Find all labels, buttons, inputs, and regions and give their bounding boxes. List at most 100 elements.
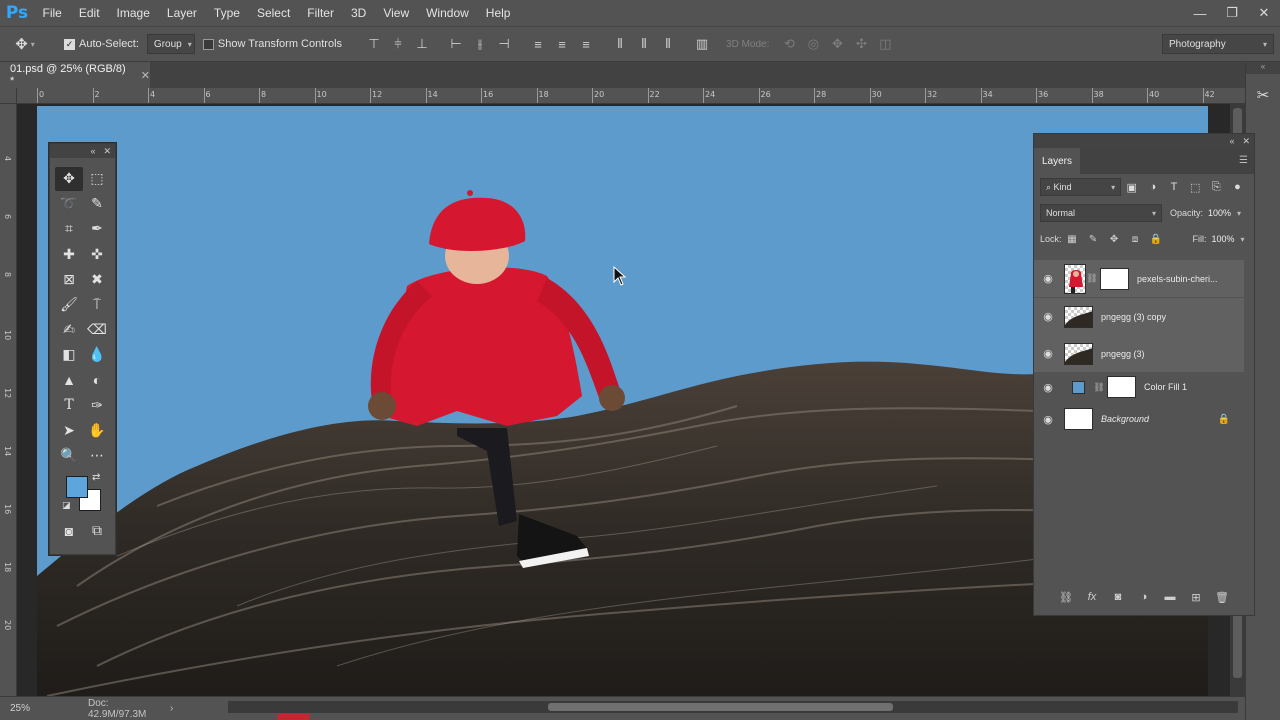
quick-mask-icon[interactable]: ◙ [55, 519, 83, 543]
blend-mode-dropdown[interactable]: Normal ▾ [1040, 204, 1162, 222]
3d-roll-icon[interactable]: ◎ [801, 34, 825, 54]
menu-type[interactable]: Type [205, 0, 248, 26]
pixel-filter-icon[interactable]: ▣ [1121, 181, 1142, 194]
show-transform-checkbox[interactable]: Show Transform Controls [202, 38, 342, 50]
visibility-eye-icon[interactable]: ◉ [1034, 310, 1062, 323]
type-filter-icon[interactable]: T [1163, 181, 1184, 193]
hand-tool-icon[interactable]: ✋ [83, 418, 111, 442]
menu-layer[interactable]: Layer [158, 0, 205, 26]
lock-artboard-icon[interactable]: ⧈ [1125, 234, 1146, 245]
content-aware-move-icon[interactable]: ✖ [83, 267, 111, 291]
visibility-eye-icon[interactable]: ◉ [1034, 413, 1062, 426]
tool-presets-icon[interactable]: ✂ [1252, 84, 1274, 106]
align-bottom-edges-icon[interactable]: ⊥ [410, 34, 434, 54]
vertical-ruler[interactable]: 4 6 8 10 12 14 16 18 20 [0, 104, 17, 696]
collapse-icon[interactable]: « [1229, 136, 1234, 146]
zoom-tool-icon[interactable]: 🔍 [55, 444, 83, 468]
panel-menu-icon[interactable]: ☰ [1239, 155, 1248, 166]
rectangular-marquee-tool-icon[interactable]: ⬚ [83, 167, 111, 191]
distribute-horizontal-icon[interactable]: ⦀ [632, 34, 656, 54]
move-tool-icon[interactable]: ✥ ▾ [0, 35, 50, 53]
link-icon[interactable]: ⛓ [1086, 273, 1098, 284]
dodge-tool-icon[interactable]: ▲ [55, 368, 83, 392]
layer-style-icon[interactable]: fx [1082, 591, 1102, 603]
layer-row-pngegg-copy[interactable]: ◉ pngegg (3) copy [1034, 298, 1244, 335]
menu-edit[interactable]: Edit [70, 0, 108, 26]
distribute-vertical-icon[interactable]: ≡ [550, 34, 574, 54]
ruler-origin[interactable] [0, 88, 17, 104]
menu-window[interactable]: Window [418, 0, 478, 26]
eyedropper-tool-icon[interactable]: ✒ [83, 217, 111, 241]
close-icon[interactable]: ✕ [103, 146, 111, 157]
menu-filter[interactable]: Filter [299, 0, 343, 26]
distribute-left-icon[interactable]: ⦀ [608, 34, 632, 54]
document-tab[interactable]: 01.psd @ 25% (RGB/8) * ✕ [0, 62, 150, 88]
chevron-right-icon[interactable]: › [170, 703, 173, 714]
opacity-value[interactable]: 100% [1208, 208, 1231, 218]
chevron-down-icon[interactable]: ▾ [1237, 209, 1241, 218]
lock-transparent-icon[interactable]: ▦ [1062, 234, 1083, 245]
fill-value[interactable]: 100% [1212, 234, 1235, 244]
collapse-icon[interactable]: « [90, 146, 95, 156]
lock-image-icon[interactable]: ✎ [1083, 234, 1104, 245]
menu-select[interactable]: Select [248, 0, 298, 26]
pen-tool-icon[interactable]: ✑ [83, 393, 111, 417]
path-selection-tool-icon[interactable]: ➤ [55, 418, 83, 442]
gradient-tool-icon[interactable]: ◧ [55, 343, 83, 367]
blur-tool-icon[interactable]: 💧 [83, 343, 111, 367]
auto-select-checkbox[interactable]: ✓ Auto-Select: [64, 38, 139, 50]
distribute-top-icon[interactable]: ≡ [526, 34, 550, 54]
lock-position-icon[interactable]: ✥ [1104, 234, 1125, 245]
eraser-tool-icon[interactable]: ⌫ [83, 318, 111, 342]
layer-mask-thumbnail[interactable] [1100, 267, 1129, 290]
scroll-thumb[interactable] [548, 703, 893, 711]
patch-tool-icon[interactable]: ✜ [83, 242, 111, 266]
lasso-tool-icon[interactable]: ➰ [55, 192, 83, 216]
panel-grip[interactable] [50, 158, 115, 166]
burn-tool-icon[interactable]: ◐ [83, 368, 111, 392]
align-top-edges-icon[interactable]: ⊤ [362, 34, 386, 54]
clone-stamp-tool-icon[interactable]: ⍑ [83, 293, 111, 317]
chevron-down-icon[interactable]: ▾ [1241, 235, 1245, 244]
adjustment-filter-icon[interactable]: ◑ [1142, 181, 1163, 193]
new-group-icon[interactable]: ▬ [1160, 591, 1180, 603]
menu-help[interactable]: Help [477, 0, 519, 26]
smart-object-filter-icon[interactable]: ⎘ [1206, 181, 1227, 194]
horizontal-scrollbar[interactable] [228, 701, 1238, 713]
3d-pan-icon[interactable]: ✥ [825, 34, 849, 54]
frame-tool-icon[interactable]: ⊠ [55, 267, 83, 291]
menu-3d[interactable]: 3D [342, 0, 374, 26]
filter-kind-dropdown[interactable]: ⌕ Kind ▾ [1040, 178, 1122, 196]
layer-row-pexels[interactable]: ◉ ⛓ pexels-subin-cheri... [1034, 260, 1244, 297]
swap-colors-icon[interactable]: ⇄ [92, 472, 100, 483]
restore-button[interactable]: ❐ [1216, 0, 1248, 26]
lock-all-icon[interactable]: 🔒 [1146, 234, 1167, 245]
move-tool-icon[interactable]: ✥ [55, 166, 83, 191]
layer-row-color-fill[interactable]: ◉ ⛓ Color Fill 1 [1034, 372, 1244, 402]
link-layers-icon[interactable]: ⛓ [1056, 591, 1076, 604]
layer-mask-thumbnail[interactable] [1107, 376, 1136, 398]
close-icon[interactable]: ✕ [1242, 136, 1250, 147]
default-colors-icon[interactable]: ◪ [62, 500, 71, 511]
close-icon[interactable]: ✕ [141, 69, 150, 82]
foreground-color-swatch[interactable] [66, 476, 88, 499]
quick-selection-tool-icon[interactable]: ✎ [83, 192, 111, 216]
align-vertical-centers-icon[interactable]: ⫩ [386, 34, 410, 54]
menu-view[interactable]: View [375, 0, 418, 26]
visibility-eye-icon[interactable]: ◉ [1034, 347, 1062, 360]
visibility-eye-icon[interactable]: ◉ [1034, 381, 1062, 394]
brush-tool-icon[interactable]: 🖌 [55, 293, 83, 317]
distribute-bottom-icon[interactable]: ≡ [574, 34, 598, 54]
adjustment-layer-icon[interactable]: ◑ [1134, 591, 1154, 603]
crop-tool-icon[interactable]: ⌗ [55, 217, 83, 241]
3d-scale-icon[interactable]: ◫ [873, 34, 897, 54]
collapse-icon[interactable]: « [1246, 62, 1280, 74]
distribute-right-icon[interactable]: ⦀ [656, 34, 680, 54]
type-tool-icon[interactable]: T [55, 393, 83, 417]
auto-align-layers-icon[interactable]: ▥ [690, 34, 714, 54]
close-button[interactable]: ✕ [1248, 0, 1280, 26]
delete-layer-icon[interactable]: 🗑 [1212, 591, 1232, 604]
fill-swatch-icon[interactable] [1064, 376, 1093, 398]
filter-toggle-icon[interactable]: ● [1227, 181, 1248, 193]
zoom-level[interactable]: 25% [0, 703, 46, 714]
